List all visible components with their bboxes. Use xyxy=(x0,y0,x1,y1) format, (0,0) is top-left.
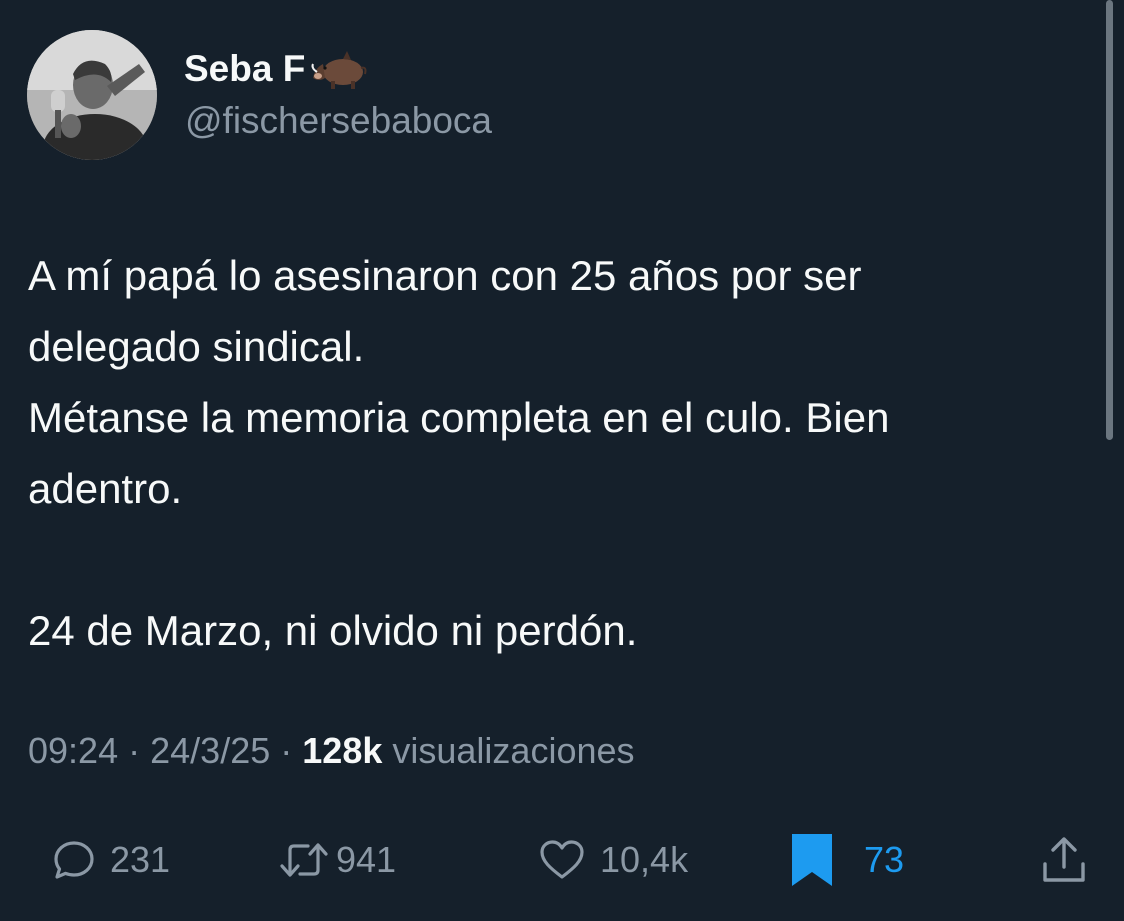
retweet-icon xyxy=(280,843,328,877)
scrollbar[interactable] xyxy=(1106,0,1113,440)
author-name[interactable]: Seba F xyxy=(184,48,305,90)
author-name-row[interactable]: Seba F xyxy=(184,48,369,90)
reply-button[interactable]: 231 xyxy=(52,830,170,890)
reply-icon xyxy=(54,841,94,879)
like-button[interactable]: 10,4k xyxy=(538,830,688,890)
views-count: 128k xyxy=(302,730,383,771)
retweet-button[interactable]: 941 xyxy=(278,830,396,890)
tweet-time[interactable]: 09:24 xyxy=(28,730,118,771)
like-count: 10,4k xyxy=(600,839,689,880)
share-icon xyxy=(1043,837,1085,882)
tweet-text: A mí papá lo asesinaron con 25 años por … xyxy=(28,240,1088,666)
boar-icon xyxy=(311,51,367,89)
tweet-meta: 09:24 · 24/3/25 · 128k visualizaciones xyxy=(28,730,635,772)
tweet-line: A mí papá lo asesinaron con 25 años por … xyxy=(28,252,862,299)
author-handle[interactable]: @fischersebaboca xyxy=(185,100,492,142)
avatar-image xyxy=(27,30,157,160)
meta-separator: · xyxy=(128,730,141,771)
tweet-line: adentro. xyxy=(28,465,183,512)
avatar[interactable] xyxy=(27,30,157,160)
tweet-line: Métanse la memoria completa en el culo. … xyxy=(28,394,890,441)
bookmark-button[interactable]: 73 xyxy=(790,830,904,890)
share-button[interactable] xyxy=(1040,830,1088,890)
heart-icon xyxy=(540,840,584,879)
tweet-line: 24 de Marzo, ni olvido ni perdón. xyxy=(28,607,638,654)
views-label: visualizaciones xyxy=(392,730,635,771)
reply-count: 231 xyxy=(110,839,171,880)
bookmark-icon xyxy=(792,834,832,886)
retweet-count: 941 xyxy=(336,839,397,880)
meta-separator: · xyxy=(280,730,293,771)
tweet-line: delegado sindical. xyxy=(28,323,365,370)
action-bar: 231 941 10,4k 73 xyxy=(0,830,1124,890)
tweet-date[interactable]: 24/3/25 xyxy=(150,730,270,771)
bookmark-count: 73 xyxy=(864,839,905,880)
